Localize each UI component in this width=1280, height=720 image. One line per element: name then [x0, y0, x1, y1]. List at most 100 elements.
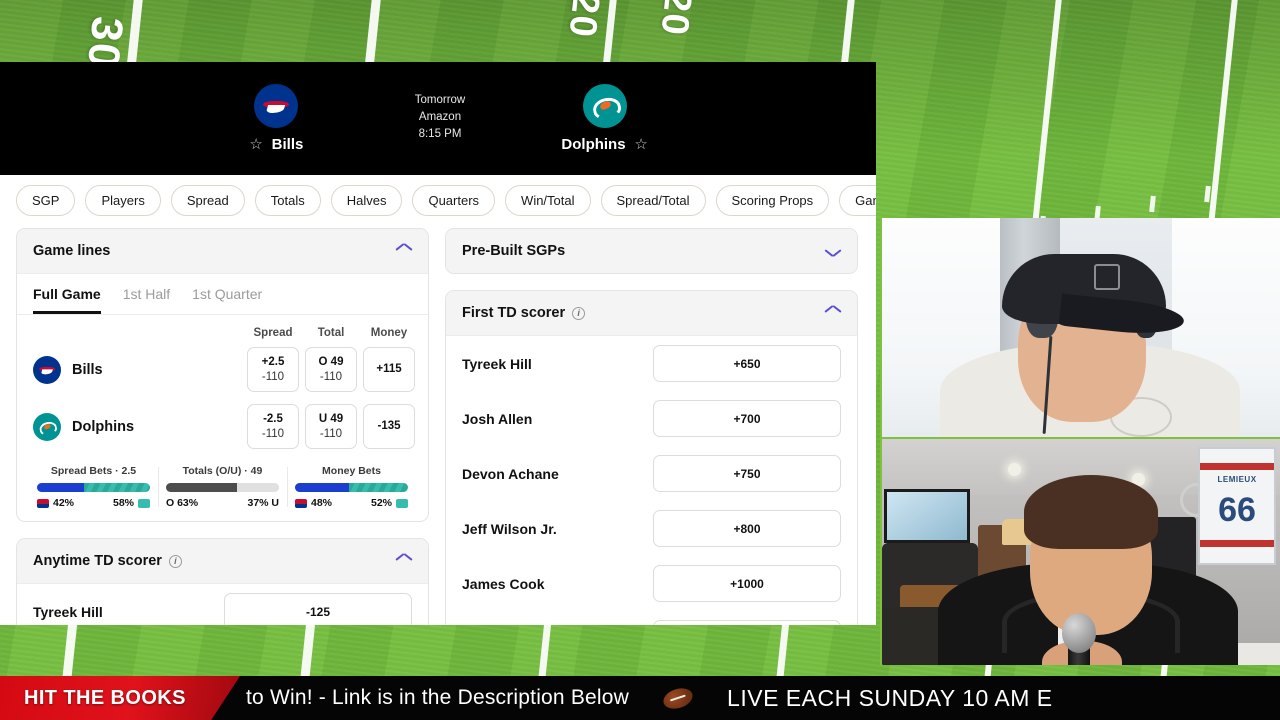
chevron-up-icon[interactable]	[396, 557, 412, 566]
odds-row-bills: Bills +2.5 -110 O 49 -110 +115	[17, 341, 428, 398]
first-td-row: James Cook +1000	[446, 556, 857, 611]
stream-screen: 30 20 20 ☆ Bills Tomorrow Amazon 8:15 PM…	[0, 0, 1280, 720]
game-lines-header[interactable]: Game lines	[17, 229, 428, 274]
player-odds-button[interactable]: +1000	[653, 620, 841, 625]
tab-sgp[interactable]: SGP	[16, 185, 76, 216]
row-team-name: Dolphins	[72, 418, 135, 435]
dolphins-spread-button[interactable]: -2.5 -110	[247, 404, 299, 449]
bills-logo	[254, 84, 298, 128]
consensus-spread-left: 42%	[53, 497, 75, 509]
anytime-td-header[interactable]: Anytime TD scorer i	[17, 539, 428, 584]
subtab-1st-quarter[interactable]: 1st Quarter	[192, 286, 262, 314]
tab-quarters[interactable]: Quarters	[412, 185, 496, 216]
bills-total-button[interactable]: O 49 -110	[305, 347, 357, 392]
subtab-1st-half[interactable]: 1st Half	[123, 286, 170, 314]
first-td-row: Tyreek Hill +650	[446, 336, 857, 391]
first-td-row: Jeff Wilson Jr. +800	[446, 501, 857, 556]
brand-logo: HIT THE BOOKS	[0, 676, 240, 720]
dolphins-logo	[583, 84, 627, 128]
host-cam-bottom: LEMIEUX 66	[880, 437, 1280, 665]
chevron-up-icon[interactable]	[825, 309, 841, 318]
home-team-name: Dolphins	[561, 136, 626, 153]
first-td-header[interactable]: First TD scorer i	[446, 291, 857, 336]
chevron-up-icon[interactable]	[396, 247, 412, 256]
game-lines-subtabs[interactable]: Full Game 1st Half 1st Quarter	[17, 274, 428, 315]
bills-total-line: O 49	[318, 355, 344, 368]
tab-totals[interactable]: Totals	[254, 185, 321, 216]
header-spread: Spread	[253, 327, 293, 339]
left-column: Game lines Full Game 1st Half 1st Quarte…	[16, 228, 429, 625]
first-td-title: First TD scorer i	[462, 305, 586, 321]
bills-mini-logo	[295, 498, 307, 508]
tab-spread[interactable]: Spread	[170, 185, 245, 216]
market-tabs[interactable]: SGP Players Spread Totals Halves Quarter…	[0, 175, 876, 228]
player-name: Tyreek Hill	[33, 603, 103, 620]
sportsbook-panel[interactable]: ☆ Bills Tomorrow Amazon 8:15 PM Dolphins…	[0, 62, 876, 625]
prebuilt-sgp-header[interactable]: Pre-Built SGPs	[446, 229, 857, 273]
player-odds-button[interactable]: +800	[653, 510, 841, 547]
game-lines-card: Game lines Full Game 1st Half 1st Quarte…	[16, 228, 429, 522]
tab-halves[interactable]: Halves	[330, 185, 403, 216]
tab-scoring-props[interactable]: Scoring Props	[715, 185, 830, 216]
tab-game-props[interactable]: Game P	[839, 185, 876, 216]
chevron-down-icon[interactable]	[825, 247, 841, 256]
subtab-full-game[interactable]: Full Game	[33, 286, 101, 314]
tab-spread-total[interactable]: Spread/Total	[600, 185, 706, 216]
consensus-money-legend: 48% 52%	[295, 497, 408, 509]
markets-columns: Game lines Full Game 1st Half 1st Quarte…	[0, 228, 876, 625]
odds-row-dolphins: Dolphins -2.5 -110 U 49 -110 -135	[17, 398, 428, 455]
yard-number: 20	[652, 0, 699, 39]
consensus-money-right: 52%	[370, 497, 392, 509]
away-team-block[interactable]: ☆ Bills	[196, 84, 356, 153]
prebuilt-sgp-title: Pre-Built SGPs	[462, 243, 566, 259]
anytime-td-title: Anytime TD scorer i	[33, 553, 182, 569]
home-team-block[interactable]: Dolphins ☆	[525, 84, 685, 153]
bills-moneyline-odds: +115	[376, 363, 402, 375]
player-odds-button[interactable]: +1000	[653, 565, 841, 602]
info-icon[interactable]: i	[168, 554, 182, 568]
consensus-totals-left: O 63%	[166, 497, 199, 509]
bills-spread-button[interactable]: +2.5 -110	[247, 347, 299, 392]
consensus-spread-title: Spread Bets · 2.5	[50, 465, 137, 477]
game-network: Amazon	[418, 111, 462, 123]
consensus-totals-legend: O 63% 37% U	[166, 497, 279, 509]
right-column: Pre-Built SGPs First TD scorer i Tyreek …	[445, 228, 858, 625]
bills-spread-odds: -110	[261, 370, 285, 383]
favorite-star-icon-home[interactable]: ☆	[634, 137, 649, 152]
bills-mini-logo	[37, 498, 49, 508]
dolphins-moneyline-odds: -135	[377, 420, 401, 432]
player-odds-button[interactable]: +750	[653, 455, 841, 492]
info-icon[interactable]: i	[572, 306, 586, 320]
odds-cells-bills: +2.5 -110 O 49 -110 +115	[247, 347, 415, 392]
ceiling-light	[1008, 463, 1021, 476]
player-name: Devon Achane	[462, 465, 559, 482]
player-odds-button[interactable]: +700	[653, 400, 841, 437]
row-team-name: Bills	[72, 361, 103, 378]
consensus-totals-right: 37% U	[247, 497, 279, 509]
dolphins-logo-small	[33, 412, 61, 441]
consensus-money: Money Bets 48% 52%	[287, 465, 416, 509]
game-lines-title: Game lines	[33, 243, 111, 259]
player-odds-button[interactable]: +650	[653, 345, 841, 382]
dolphins-moneyline-button[interactable]: -135	[363, 404, 415, 449]
dolphins-mini-logo	[138, 498, 150, 508]
microphone-head	[1062, 613, 1096, 653]
game-time: 8:15 PM	[418, 128, 462, 140]
tab-players[interactable]: Players	[85, 185, 161, 216]
ticker-text: to Win! - Link is in the Description Bel…	[246, 686, 630, 709]
consensus-totals: Totals (O/U) · 49 O 63% 37% U	[158, 465, 287, 509]
consensus-money-bar	[295, 483, 408, 492]
bills-moneyline-button[interactable]: +115	[363, 347, 415, 392]
first-td-card: First TD scorer i Tyreek Hill +650 Josh …	[445, 290, 858, 625]
tab-win-total[interactable]: Win/Total	[505, 185, 591, 216]
row-team-dolphins: Dolphins	[33, 412, 247, 441]
dolphins-total-button[interactable]: U 49 -110	[305, 404, 357, 449]
consensus-totals-bar	[166, 483, 279, 492]
favorite-star-icon-away[interactable]: ☆	[249, 137, 264, 152]
dolphins-spread-odds: -110	[261, 427, 285, 440]
dolphins-total-odds: -110	[319, 427, 343, 440]
bills-spread-line: +2.5	[261, 355, 285, 368]
framed-jersey: LEMIEUX 66	[1198, 447, 1276, 565]
player-odds-button[interactable]: -125	[224, 593, 412, 625]
game-day: Tomorrow	[414, 94, 466, 106]
